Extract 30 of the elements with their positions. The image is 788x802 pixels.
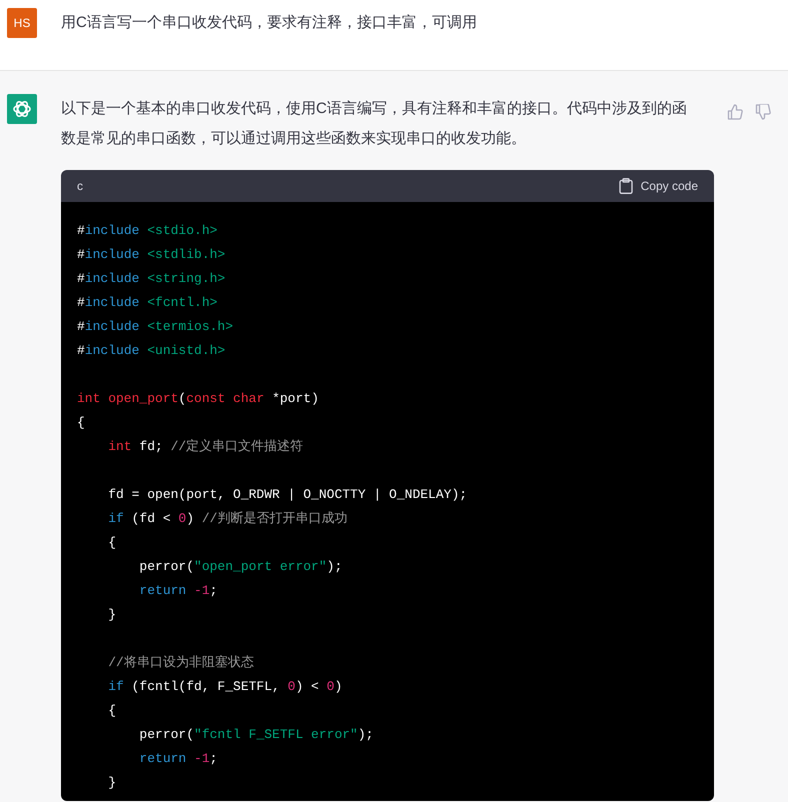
code-line: perror("open_port error"); xyxy=(138,558,344,576)
code-line: fd = open(port, O_RDWR | O_NOCTTY | O_NDELAY); xyxy=(107,486,468,504)
code-line: #include <unistd.h> xyxy=(77,342,226,360)
clipboard-icon xyxy=(618,178,633,194)
code-line: } xyxy=(107,774,118,792)
code-line: if (fd < 0) //判断是否打开串口成功 xyxy=(107,510,348,528)
thumbs-down-icon[interactable] xyxy=(755,104,771,120)
code-line: #include <stdio.h> xyxy=(77,222,218,240)
code-language: c xyxy=(77,178,83,195)
code-line: #include <stdlib.h> xyxy=(77,246,226,264)
copy-code-button[interactable]: Copy code xyxy=(618,177,698,195)
code-line: int open_port(const char *port) xyxy=(77,390,320,408)
code-line: } xyxy=(107,606,118,624)
code-line: #include <termios.h> xyxy=(77,318,234,336)
code-line: { xyxy=(107,702,118,720)
code-line: { xyxy=(107,534,118,552)
thumbs-up-icon[interactable] xyxy=(727,104,743,120)
assistant-logo-icon xyxy=(7,94,37,124)
user-message: 用C语言写一个串口收发代码，要求有注释，接口丰富，可调用 xyxy=(61,13,477,33)
code-line: return -1; xyxy=(138,750,218,768)
code-line: if (fcntl(fd, F_SETFL, 0) < 0) xyxy=(107,678,344,696)
code-line: #include <string.h> xyxy=(77,270,226,288)
user-avatar: HS xyxy=(7,8,37,38)
assistant-message: 以下是一个基本的串口收发代码，使用C语言编写，具有注释和丰富的接口。代码中涉及到的函数是常见的串口函数，可以通过调用这些函数来实现串口的收发功能。 xyxy=(61,99,688,149)
code-line: perror("fcntl F_SETFL error"); xyxy=(138,726,374,744)
code-line: return -1; xyxy=(138,582,218,600)
code-line: //将串口设为非阻塞状态 xyxy=(107,654,255,672)
code-line: { xyxy=(77,414,86,432)
code-line: int fd; //定义串口文件描述符 xyxy=(107,438,304,456)
code-line: #include <fcntl.h> xyxy=(77,294,218,312)
